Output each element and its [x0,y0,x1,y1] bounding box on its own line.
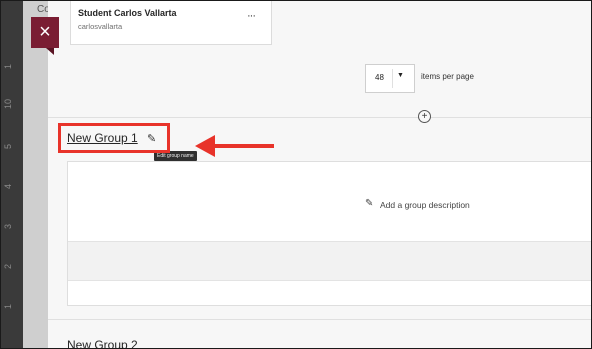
divider [48,117,591,118]
band-label: 1 [3,63,13,69]
group-2-title[interactable]: New Group 2 [67,338,138,348]
band-label: 2 [3,263,13,269]
band-label: 4 [3,183,13,189]
close-button-notch [46,48,54,55]
annotation-arrow-head [195,135,215,157]
student-card[interactable]: Student Carlos Vallarta carlosvallarta ·… [70,1,272,45]
select-divider [392,69,393,88]
screenshot-frame: 1 10 5 4 3 2 1 Co Student Carlos Vallart… [0,0,592,349]
more-options-icon[interactable]: ··· [247,10,256,22]
items-per-page-select[interactable]: 48 ▼ [365,64,415,93]
caret-down-icon: ▼ [397,72,404,79]
annotation-arrow-shaft [214,144,274,148]
group-members-row [68,242,591,281]
background-dark-band: 1 10 5 4 3 2 1 [1,1,23,348]
items-per-page-label: items per page [421,72,474,81]
student-username: carlosvallarta [78,22,123,31]
groups-panel: Student Carlos Vallarta carlosvallarta ·… [48,1,591,348]
band-label: 5 [3,143,13,149]
background-course-strip: 1 10 5 4 3 2 1 Co [1,1,50,348]
band-label: 10 [3,98,13,109]
add-group-description-button[interactable]: Add a group description [380,200,470,210]
group-1-container: ✎ Add a group description [67,161,591,306]
add-group-icon[interactable]: + [418,110,431,123]
annotation-highlight-box [58,123,170,153]
divider [48,319,591,320]
band-label: 3 [3,223,13,229]
band-label: 1 [3,303,13,309]
close-button[interactable]: × [31,17,59,48]
group-description-area: ✎ Add a group description [68,162,591,242]
items-per-page-value: 48 [375,73,384,82]
student-name: Student Carlos Vallarta [78,8,177,18]
pencil-icon: ✎ [365,198,374,209]
